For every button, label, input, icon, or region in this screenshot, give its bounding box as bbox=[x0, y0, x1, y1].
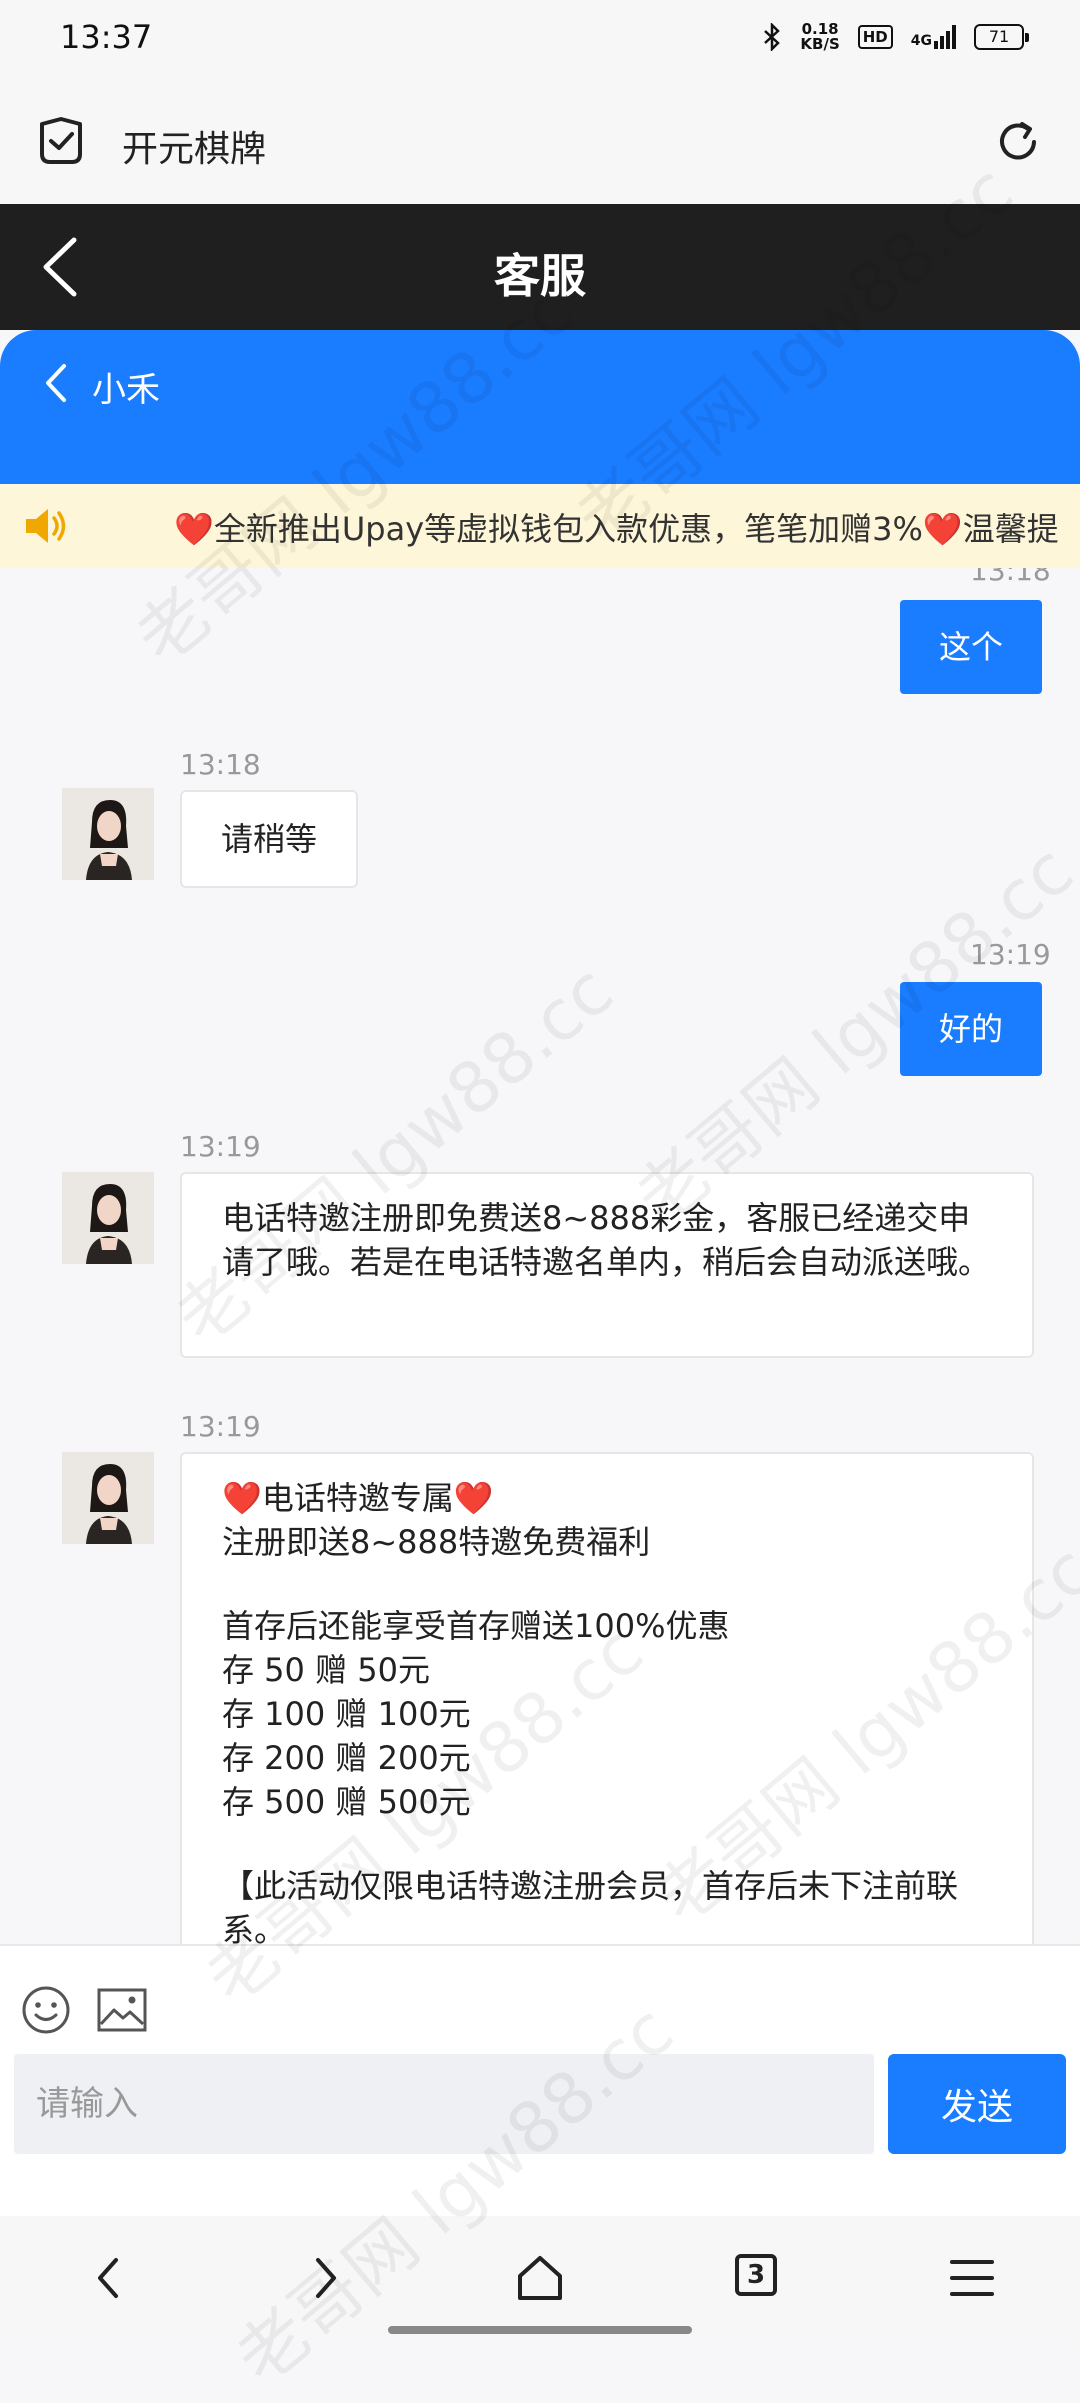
browser-bar: 开元棋牌 bbox=[0, 80, 1080, 204]
agent-avatar-image bbox=[62, 1452, 154, 1544]
status-bar: 13:37 0.18 KB/S HD 4G 71 bbox=[0, 0, 1080, 80]
status-time: 13:37 bbox=[60, 18, 153, 56]
emoji-icon[interactable] bbox=[20, 1984, 72, 2036]
tabs-count: 3 bbox=[735, 2254, 777, 2296]
message-line: 【此活动仅限电话特邀注册会员，首存后未下注前联系。 bbox=[222, 1867, 959, 1944]
net-speed-unit: KB/S bbox=[800, 35, 840, 53]
incoming-message[interactable]: ❤️电话特邀专属❤️ 注册即送8~888特邀免费福利 首存后还能享受首存赠送10… bbox=[180, 1452, 1034, 1944]
avatar[interactable] bbox=[62, 1172, 154, 1264]
message-line: 首存后还能享受首存赠送100%优惠 bbox=[222, 1607, 730, 1645]
input-area: 发送 bbox=[0, 1944, 1080, 2218]
tabs-button[interactable]: 3 bbox=[726, 2248, 786, 2308]
status-icons: 0.18 KB/S HD 4G 71 bbox=[762, 22, 1029, 52]
notice-banner[interactable]: ❤️全新推出Upay等虚拟钱包入款优惠，笔笔加赠3%❤️温馨提 bbox=[0, 484, 1080, 568]
agent-avatar-image bbox=[62, 1172, 154, 1264]
browser-page-title: 开元棋牌 bbox=[122, 129, 267, 170]
nav-bar: 客服 bbox=[0, 204, 1080, 330]
page-title: 客服 bbox=[494, 249, 586, 303]
speaker-icon bbox=[26, 509, 66, 543]
outgoing-message[interactable]: 这个 bbox=[900, 600, 1042, 694]
message-line: 存 500 赠 500元 bbox=[222, 1783, 471, 1821]
home-icon[interactable] bbox=[510, 2248, 570, 2308]
back-arrow-icon[interactable] bbox=[78, 2248, 138, 2308]
heart-icon: ❤️ bbox=[222, 1479, 262, 1517]
shield-check-icon[interactable] bbox=[36, 116, 86, 168]
net-speed: 0.18 KB/S bbox=[800, 22, 839, 52]
forward-arrow-icon[interactable] bbox=[296, 2248, 356, 2308]
menu-icon[interactable] bbox=[942, 2248, 1002, 2308]
message-time: 13:18 bbox=[180, 748, 261, 781]
message-line: 注册即送8~888特邀免费福利 bbox=[222, 1523, 651, 1561]
refresh-icon[interactable] bbox=[992, 116, 1044, 168]
avatar[interactable] bbox=[62, 788, 154, 880]
chat-header: 小禾 bbox=[0, 330, 1080, 484]
heart-icon: ❤️ bbox=[922, 510, 963, 548]
message-line: 存 50 赠 50元 bbox=[222, 1651, 430, 1689]
chevron-left-icon[interactable] bbox=[40, 360, 70, 406]
message-time: 13:18 bbox=[970, 568, 1051, 587]
bluetooth-icon bbox=[764, 23, 781, 51]
battery-icon: 71 bbox=[974, 24, 1029, 50]
message-line: ❤️电话特邀专属❤️ bbox=[222, 1476, 994, 1520]
notice-message: 全新推出Upay等虚拟钱包入款优惠，笔笔加赠3% bbox=[213, 510, 923, 548]
message-line bbox=[222, 1564, 994, 1604]
send-button[interactable]: 发送 bbox=[888, 2054, 1066, 2154]
message-line bbox=[222, 1824, 994, 1864]
agent-name: 小禾 bbox=[92, 370, 160, 410]
signal-label: 4G bbox=[910, 33, 932, 49]
notice-message-tail: 温馨提 bbox=[962, 510, 1059, 548]
message-list[interactable]: 13:18 这个 13:18 请稍等 13:19 好的 13:19 电话特邀注册… bbox=[0, 568, 1080, 1944]
message-time: 13:19 bbox=[180, 1130, 261, 1163]
message-line: 存 100 赠 100元 bbox=[222, 1695, 471, 1733]
incoming-message[interactable]: 请稍等 bbox=[180, 790, 358, 888]
agent-avatar-image bbox=[62, 788, 154, 880]
message-input[interactable] bbox=[14, 2054, 874, 2154]
signal-icon: 4G bbox=[911, 25, 956, 49]
message-line: 存 200 赠 200元 bbox=[222, 1739, 471, 1777]
image-icon[interactable] bbox=[96, 1986, 148, 2034]
bottom-nav: 3 bbox=[0, 2216, 1080, 2340]
incoming-message[interactable]: 电话特邀注册即免费送8~888彩金，客服已经递交申请了哦。若是在电话特邀名单内，… bbox=[180, 1172, 1034, 1358]
notice-text: ❤️全新推出Upay等虚拟钱包入款优惠，笔笔加赠3%❤️温馨提 bbox=[174, 504, 1059, 550]
home-indicator[interactable] bbox=[388, 2326, 692, 2334]
hd-badge: HD bbox=[857, 25, 893, 49]
message-time: 13:19 bbox=[970, 938, 1051, 971]
message-time: 13:19 bbox=[180, 1410, 261, 1443]
avatar[interactable] bbox=[62, 1452, 154, 1544]
heart-icon: ❤️ bbox=[174, 510, 214, 548]
message-line-text: 电话特邀专属 bbox=[261, 1479, 454, 1517]
heart-icon: ❤️ bbox=[453, 1479, 494, 1517]
outgoing-message[interactable]: 好的 bbox=[900, 982, 1042, 1076]
